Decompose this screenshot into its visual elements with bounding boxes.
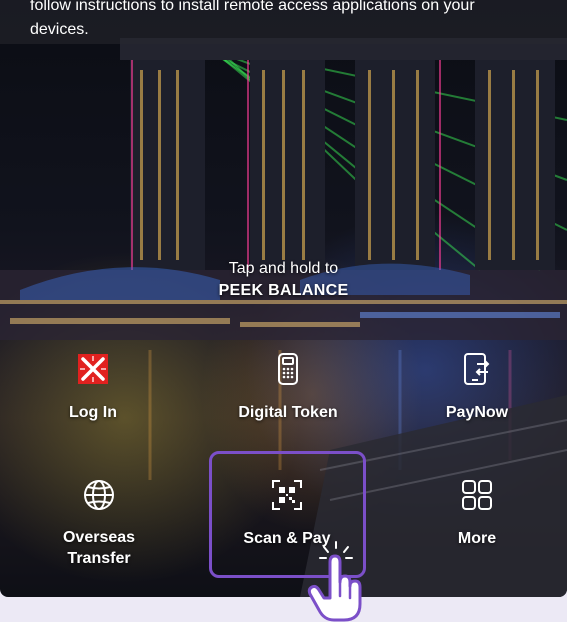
overseas-transfer-label: Overseas Transfer [62, 529, 136, 567]
digital-token-label: Digital Token [238, 404, 338, 421]
more-button[interactable]: More [397, 478, 557, 549]
globe-icon [84, 480, 114, 510]
dbs-logo-icon [78, 354, 108, 384]
notice-text: follow instructions to install remote ac… [30, 0, 475, 38]
phone-transfer-icon [464, 353, 490, 385]
login-label: Log In [69, 404, 117, 421]
login-button[interactable]: Log In [13, 352, 173, 423]
tap-hand-icon [307, 541, 362, 622]
token-device-icon [278, 353, 298, 385]
peek-balance-hint: Tap and hold to [228, 260, 339, 277]
peek-balance-prompt[interactable]: Tap and hold to PEEK BALANCE [0, 258, 567, 302]
more-label: More [457, 530, 497, 547]
overseas-transfer-button[interactable]: Overseas Transfer [19, 478, 179, 569]
grid-icon [462, 480, 492, 510]
paynow-label: PayNow [445, 404, 509, 421]
app-screen: follow instructions to install remote ac… [0, 0, 567, 597]
remote-access-notice: follow instructions to install remote ac… [0, 0, 567, 44]
digital-token-button[interactable]: Digital Token [208, 352, 368, 423]
paynow-button[interactable]: PayNow [397, 352, 557, 423]
peek-balance-label: PEEK BALANCE [218, 282, 349, 299]
